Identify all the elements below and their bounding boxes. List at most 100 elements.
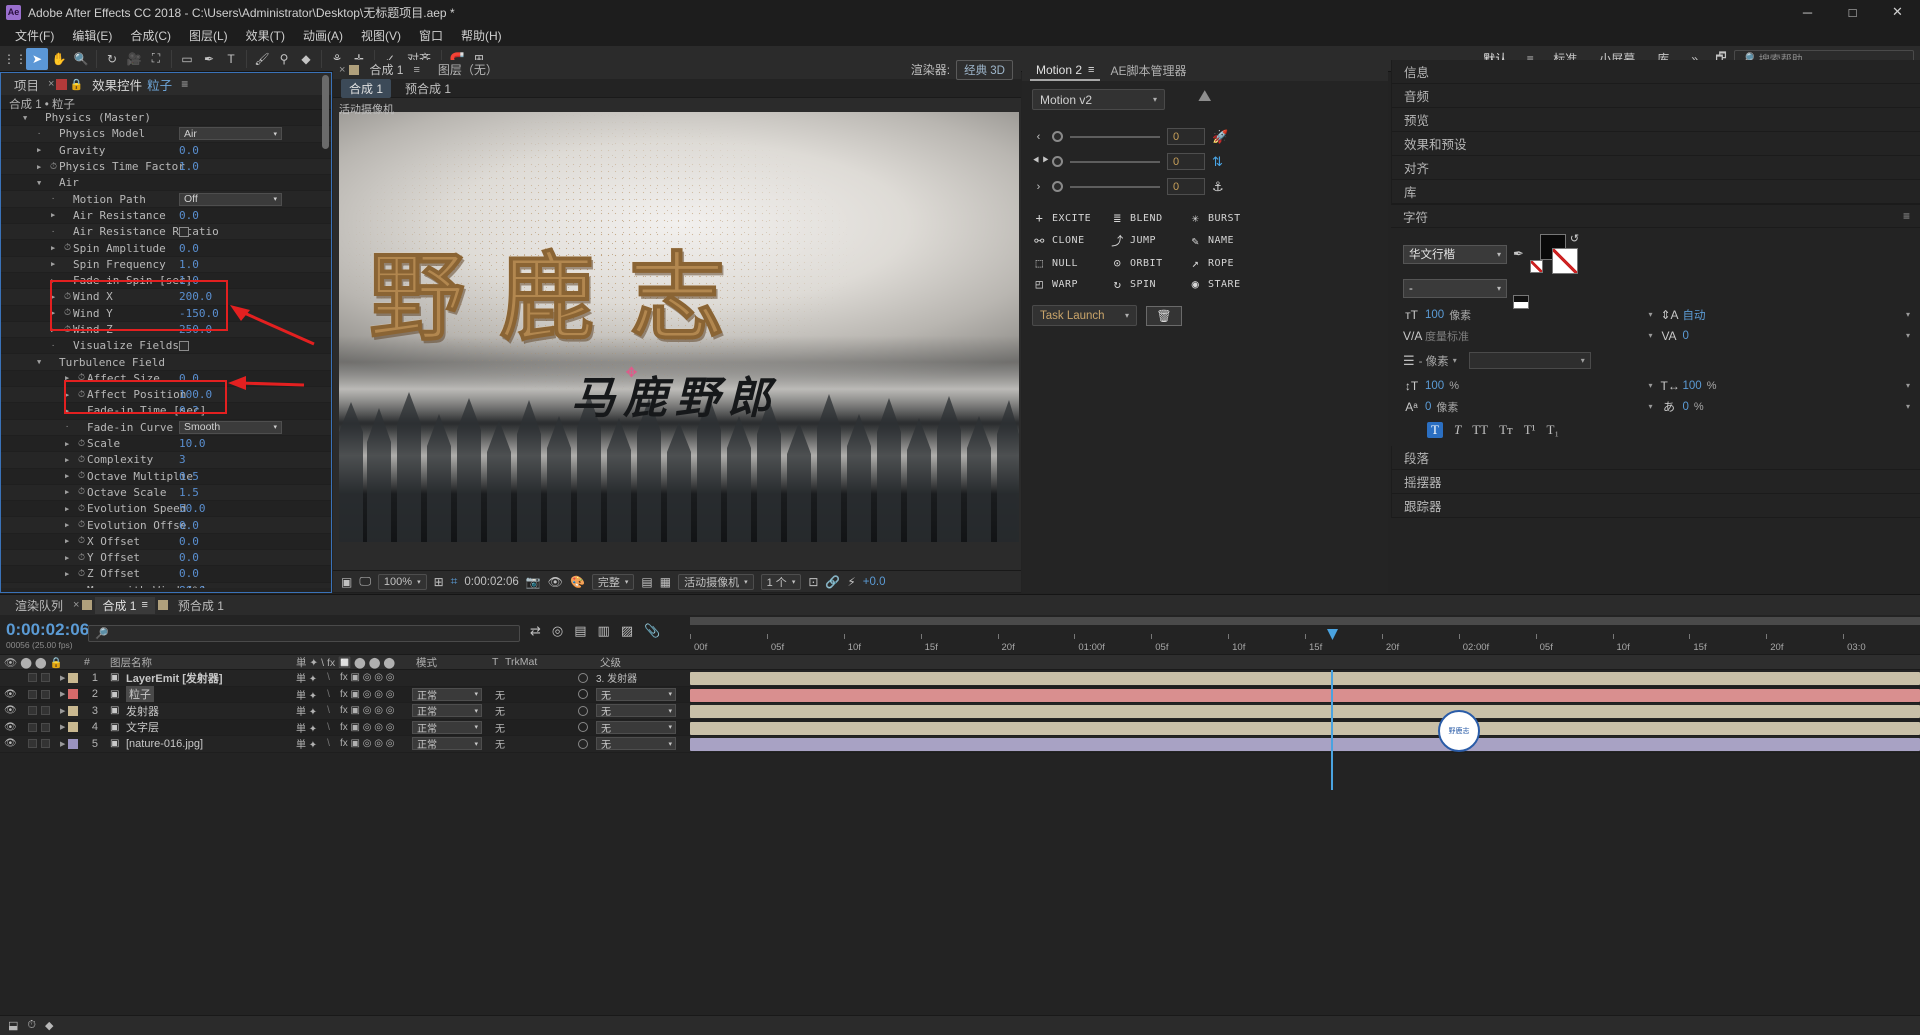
graph-editor-icon[interactable]: 📎 <box>644 623 660 639</box>
layer-parent-select[interactable]: 无▾ <box>596 721 676 734</box>
disclosure-triangle-icon[interactable]: ▶ <box>65 554 76 562</box>
tab-composition-1[interactable]: 合成 1 <box>363 61 409 78</box>
layer-trkmat-value[interactable]: 无 <box>495 687 505 702</box>
effect-param-row[interactable]: ▶Fade-in Time [sec]0.2 <box>1 403 331 419</box>
layer-parent-select[interactable]: 无▾ <box>596 704 676 717</box>
layer-switches[interactable]: 単 ✦ \ fx ▣ ◎ ◎ ◎ <box>296 720 394 735</box>
slider-row-both[interactable]: ⯇⯈ 0 ⇅ <box>1032 151 1378 172</box>
effect-param-row[interactable]: ▶⏱Affect Size0.0 <box>1 371 331 387</box>
effect-param-row[interactable]: ▼Air <box>1 175 331 191</box>
stopwatch-icon[interactable]: ⏱ <box>76 569 87 579</box>
null-button[interactable]: ⬚ NULL <box>1032 256 1110 270</box>
column-mode[interactable]: 模式 <box>416 655 437 670</box>
effect-param-value[interactable]: 80.0 <box>179 584 206 588</box>
slider-track-out[interactable] <box>1070 186 1160 188</box>
slider-value-in[interactable]: 0 <box>1167 128 1205 145</box>
timecode-box[interactable]: 0:00:02:06 00056 (25.00 fps) <box>0 615 89 650</box>
timeline-link-icon[interactable]: 🔗 <box>825 575 840 589</box>
tab-timeline-composition-1[interactable]: 合成 1 ≡ <box>95 597 154 614</box>
layer-audio-toggle[interactable] <box>28 690 37 699</box>
column-number[interactable]: # <box>84 656 90 668</box>
disclosure-triangle-icon[interactable]: · <box>51 342 62 350</box>
disclosure-triangle-icon[interactable]: · <box>65 423 76 431</box>
effect-param-row[interactable]: ▶⏱Evolution Speed50.0 <box>1 501 331 517</box>
stopwatch-icon[interactable]: ⏱ <box>48 162 59 172</box>
effect-param-row[interactable]: ▶⏱Complexity3 <box>1 452 331 468</box>
layer-duration-bar[interactable] <box>690 689 1920 702</box>
menu-animation[interactable]: 动画(A) <box>294 25 352 46</box>
orbit-button[interactable]: ⊙ ORBIT <box>1110 256 1188 270</box>
parent-pickwhip-icon[interactable] <box>578 739 588 749</box>
character-panel-menu-icon[interactable]: ≡ <box>1903 209 1910 223</box>
layer-solo-toggle[interactable] <box>41 673 50 682</box>
timeline-ruler[interactable]: 00f05f10f15f20f01:00f05f10f15f20f02:00f0… <box>690 615 1920 655</box>
stare-button[interactable]: ◉ STARE <box>1188 277 1266 291</box>
playhead[interactable] <box>1331 670 1333 790</box>
menu-window[interactable]: 窗口 <box>410 25 452 46</box>
timeline-tab-close-icon[interactable]: × <box>73 599 79 611</box>
clone-stamp-tool-icon[interactable]: ⚲ <box>273 48 295 70</box>
disclosure-triangle-icon[interactable]: ▶ <box>51 309 62 317</box>
zoom-level-select[interactable]: 100% ▾ <box>378 574 427 590</box>
exposure-value[interactable]: +0.0 <box>863 576 886 588</box>
disclosure-triangle-icon[interactable]: ▶ <box>65 505 76 513</box>
effect-param-value[interactable]: 1.5 <box>179 486 199 499</box>
layer-audio-toggle[interactable] <box>28 706 37 715</box>
disclosure-triangle-icon[interactable]: ▶ <box>37 163 48 171</box>
font-family-select[interactable]: 华文行楷 ▾ <box>1403 245 1507 264</box>
parent-pickwhip-icon[interactable] <box>578 673 588 683</box>
dock-panel-1[interactable]: 音频 <box>1392 84 1920 108</box>
toggle-switches-modes-icon[interactable]: ⬓ <box>8 1019 18 1032</box>
layer-switches[interactable]: 単 ✦ \ fx ▣ ◎ ◎ ◎ <box>296 703 394 718</box>
effect-param-row[interactable]: ▶⏱Octave Scale1.5 <box>1 485 331 501</box>
layer-color-swatch[interactable] <box>68 722 78 732</box>
disclosure-triangle-icon[interactable]: · <box>37 130 48 138</box>
stopwatch-icon[interactable]: ⏱ <box>76 536 87 546</box>
disclosure-triangle-icon[interactable]: ▶ <box>65 391 76 399</box>
layer-disclosure-icon[interactable]: ▶ <box>60 740 65 748</box>
subtab-precomposition-1[interactable]: 预合成 1 <box>397 79 459 98</box>
grip-handle[interactable]: ⋮⋮ <box>4 48 26 70</box>
disclosure-triangle-icon[interactable]: · <box>51 195 62 203</box>
dock-panel-5[interactable]: 库 <box>1392 180 1920 204</box>
layer-audio-toggle[interactable] <box>28 739 37 748</box>
spin-button[interactable]: ↻ SPIN <box>1110 277 1188 291</box>
slider-value-out[interactable]: 0 <box>1167 178 1205 195</box>
superscript-button[interactable]: T¹ <box>1524 422 1536 438</box>
disclosure-triangle-icon[interactable]: ▶ <box>65 521 76 529</box>
layer-mode-select[interactable]: 正常▾ <box>412 688 482 701</box>
layer-parent-select[interactable]: 无▾ <box>596 688 676 701</box>
channels-icon[interactable]: 🎨 <box>570 575 585 589</box>
effect-param-row[interactable]: ▶Air Resistance0.0 <box>1 208 331 224</box>
anchor-point-icon[interactable]: ✥ <box>625 366 638 379</box>
snapshot-icon[interactable]: 📷 <box>526 575 541 589</box>
effect-param-value[interactable]: 10.0 <box>179 437 206 450</box>
column-parent[interactable]: 父级 <box>600 655 621 670</box>
disclosure-triangle-icon[interactable]: ▶ <box>65 472 76 480</box>
effect-param-value[interactable]: 100.0 <box>179 388 212 401</box>
stopwatch-icon[interactable]: ⏱ <box>76 504 87 514</box>
effect-param-row[interactable]: ▶⏱Physics Time Factor1.0 <box>1 159 331 175</box>
layer-mode-select[interactable]: 正常▾ <box>412 721 482 734</box>
warp-button[interactable]: ◰ WARP <box>1032 277 1110 291</box>
toggle-view-layout-icon[interactable]: 🖵 <box>359 574 371 589</box>
current-time-display[interactable]: 0:00:02:06 <box>464 576 518 588</box>
disclosure-triangle-icon[interactable]: ▼ <box>37 179 48 187</box>
toggle-transparency-grid-icon[interactable]: ▣ <box>341 575 352 589</box>
effect-param-value[interactable]: 0.0 <box>179 242 199 255</box>
camera-tool-icon[interactable]: 🎥 <box>123 48 145 70</box>
effect-param-row[interactable]: ▶⏱Wind X200.0 <box>1 289 331 305</box>
comp-tab-close-icon[interactable]: × <box>339 64 345 76</box>
layer-solo-toggle[interactable] <box>41 706 50 715</box>
layer-disclosure-icon[interactable]: ▶ <box>60 690 65 698</box>
tab-motion-2[interactable]: Motion 2 ≡ <box>1030 60 1100 81</box>
tab-ae-script-manager[interactable]: AE脚本管理器 <box>1104 60 1192 81</box>
effect-param-row[interactable]: ·Motion PathOff▾ <box>1 191 331 207</box>
parent-pickwhip-icon[interactable] <box>578 706 588 716</box>
disclosure-triangle-icon[interactable]: ▶ <box>51 260 62 268</box>
lock-icon[interactable]: 🔒 <box>69 78 83 91</box>
disclosure-triangle-icon[interactable]: ▶ <box>65 374 76 382</box>
disclosure-triangle-icon[interactable]: ▶ <box>51 211 62 219</box>
disclosure-triangle-icon[interactable]: · <box>51 228 62 236</box>
comp-panel-menu-icon[interactable]: ≡ <box>413 64 419 76</box>
